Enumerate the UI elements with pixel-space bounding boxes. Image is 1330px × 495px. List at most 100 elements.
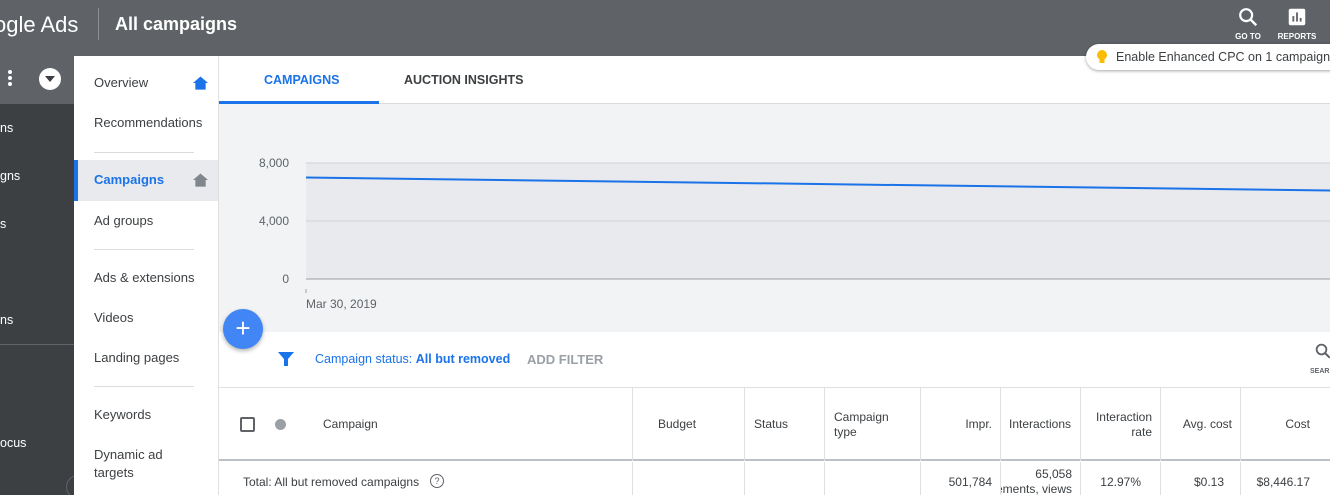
add-filter-button[interactable]: ADD FILTER bbox=[527, 352, 603, 367]
page-menu: Overview Recommendations Campaigns Ad gr… bbox=[74, 56, 219, 495]
search-icon[interactable] bbox=[1314, 342, 1330, 360]
table-row: Total: All but removed campaigns ? 501,7… bbox=[219, 462, 1330, 495]
impressions-cell: 501,784 bbox=[920, 462, 1000, 495]
menu-divider bbox=[94, 386, 194, 387]
header-label: Campaign bbox=[323, 417, 378, 431]
header-label: type bbox=[834, 425, 857, 439]
total-label: Total: All but removed campaigns bbox=[243, 475, 420, 489]
header-interactions[interactable]: Interactions bbox=[1000, 388, 1080, 461]
header-label: Interaction bbox=[1095, 410, 1152, 424]
reports-icon bbox=[1288, 8, 1306, 26]
rail-divider bbox=[0, 344, 74, 345]
budget-cell bbox=[632, 462, 744, 495]
header-status[interactable]: Status bbox=[744, 388, 824, 461]
line-chart[interactable]: 8,000 4,000 0 Mar 30, 2019 bbox=[219, 104, 1330, 332]
page-title: All campaigns bbox=[115, 14, 238, 34]
rail-item-campaigns[interactable]: ns bbox=[0, 121, 13, 135]
home-icon bbox=[193, 173, 208, 187]
header-campaign-type[interactable]: Campaign type bbox=[824, 388, 920, 461]
menu-item-keywords[interactable]: Keywords bbox=[74, 406, 218, 426]
select-all-checkbox[interactable] bbox=[240, 417, 255, 432]
total-label-cell: Total: All but removed campaigns ? bbox=[219, 462, 632, 495]
navigation-rail: ns gns s ns ocus bbox=[0, 56, 74, 495]
menu-item-label: Landing pages bbox=[94, 350, 180, 365]
impressions-value: 501,784 bbox=[948, 475, 992, 489]
enhanced-cpc-suggestion[interactable]: Enable Enhanced CPC on 1 campaign bbox=[1086, 44, 1330, 70]
filter-icon[interactable] bbox=[277, 350, 295, 368]
add-campaign-button[interactable]: + bbox=[223, 309, 263, 349]
product-logo[interactable]: ogle Ads bbox=[0, 12, 78, 38]
tab-campaigns[interactable]: CAMPAIGNS bbox=[264, 73, 339, 87]
header-label: Interactions bbox=[1009, 417, 1072, 431]
menu-item-label: Ad groups bbox=[94, 213, 154, 228]
interaction-rate-value: 12.97% bbox=[1100, 475, 1141, 489]
interactions-cell: 65,058 ements, views bbox=[1000, 462, 1080, 495]
brand-divider bbox=[98, 8, 99, 40]
menu-item-campaigns[interactable]: Campaigns bbox=[74, 160, 218, 201]
header-impressions[interactable]: Impr. bbox=[920, 388, 1000, 461]
suggestion-text: Enable Enhanced CPC on 1 campaign bbox=[1116, 50, 1330, 64]
menu-item-label: Recommendations bbox=[94, 115, 203, 130]
goto-button[interactable]: GO TO bbox=[1226, 6, 1270, 46]
search-icon bbox=[1239, 8, 1258, 27]
y-tick-label: 0 bbox=[282, 272, 289, 286]
header-cost[interactable]: Cost bbox=[1240, 388, 1330, 461]
header-campaign[interactable]: Campaign bbox=[219, 388, 632, 461]
menu-item-label: Campaigns bbox=[94, 172, 165, 187]
menu-item-label: Ads & extensions bbox=[94, 270, 195, 285]
cost-value: $8,446.17 bbox=[1256, 475, 1310, 489]
rail-item-4[interactable]: ns bbox=[0, 313, 13, 327]
y-tick-label: 8,000 bbox=[259, 156, 289, 170]
interactions-value: 65,058 bbox=[1035, 467, 1072, 481]
filter-bar: Campaign status: All but removed ADD FIL… bbox=[219, 332, 1330, 388]
status-dot-icon bbox=[275, 419, 286, 430]
campaign-status-filter[interactable]: Campaign status: All but removed bbox=[315, 352, 510, 366]
interactions-subtext: ements, views bbox=[1000, 482, 1072, 495]
cost-cell: $8,446.17 bbox=[1240, 462, 1330, 495]
avg-cost-value: $0.13 bbox=[1193, 475, 1224, 489]
menu-item-ads-extensions[interactable]: Ads & extensions bbox=[74, 269, 218, 289]
menu-item-label: Keywords bbox=[94, 407, 152, 422]
header-avg-cost[interactable]: Avg. cost bbox=[1160, 388, 1240, 461]
header-interaction-rate[interactable]: Interaction rate bbox=[1080, 388, 1160, 461]
rail-header bbox=[0, 56, 74, 104]
reports-label: REPORTS bbox=[1277, 32, 1317, 41]
menu-item-recommendations[interactable]: Recommendations bbox=[74, 114, 218, 134]
menu-item-label: Dynamic ad targets bbox=[94, 447, 163, 480]
menu-item-overview[interactable]: Overview bbox=[74, 74, 218, 94]
table-header: Campaign Budget Status Campaign type Imp… bbox=[219, 388, 1330, 461]
rail-item-3[interactable]: s bbox=[0, 217, 6, 231]
search-label: SEAR bbox=[1310, 368, 1330, 375]
header-label: Cost bbox=[1285, 417, 1310, 431]
account-dropdown-icon[interactable] bbox=[39, 68, 61, 90]
help-icon[interactable]: ? bbox=[430, 474, 444, 488]
tab-auction-insights[interactable]: AUCTION INSIGHTS bbox=[404, 73, 523, 87]
y-tick-label: 4,000 bbox=[259, 214, 289, 228]
status-cell bbox=[744, 462, 824, 495]
performance-chart: 8,000 4,000 0 Mar 30, 2019 bbox=[219, 104, 1330, 332]
header-budget[interactable]: Budget bbox=[632, 388, 744, 461]
interaction-rate-cell: 12.97% bbox=[1080, 462, 1160, 495]
menu-item-label: Overview bbox=[94, 75, 149, 90]
menu-item-label: Videos bbox=[94, 310, 134, 325]
menu-divider bbox=[94, 152, 194, 153]
menu-item-dynamic-ad-targets[interactable]: Dynamic ad targets bbox=[74, 446, 194, 482]
header-label: Status bbox=[754, 417, 789, 431]
header-label: Avg. cost bbox=[1182, 417, 1232, 431]
x-tick-label: Mar 30, 2019 bbox=[306, 297, 377, 311]
menu-item-videos[interactable]: Videos bbox=[74, 309, 218, 329]
lightbulb-icon bbox=[1097, 50, 1107, 63]
reports-button[interactable]: REPORTS bbox=[1275, 6, 1319, 46]
menu-item-landing-pages[interactable]: Landing pages bbox=[74, 349, 218, 369]
header-label: Campaign bbox=[834, 410, 889, 424]
filter-value: All but removed bbox=[415, 352, 511, 366]
campaign-type-cell bbox=[824, 462, 920, 495]
plus-icon: + bbox=[235, 313, 251, 343]
filter-label: Campaign status: bbox=[315, 352, 413, 366]
more-options-icon[interactable] bbox=[8, 70, 12, 88]
menu-item-ad-groups[interactable]: Ad groups bbox=[74, 212, 218, 232]
header-label: rate bbox=[1131, 425, 1152, 439]
app-root: ogle Ads All campaigns GO TO REPORTS Ena… bbox=[0, 0, 1330, 495]
rail-item-focus[interactable]: ocus bbox=[0, 436, 26, 450]
rail-item-campaign-groups[interactable]: gns bbox=[0, 169, 20, 183]
